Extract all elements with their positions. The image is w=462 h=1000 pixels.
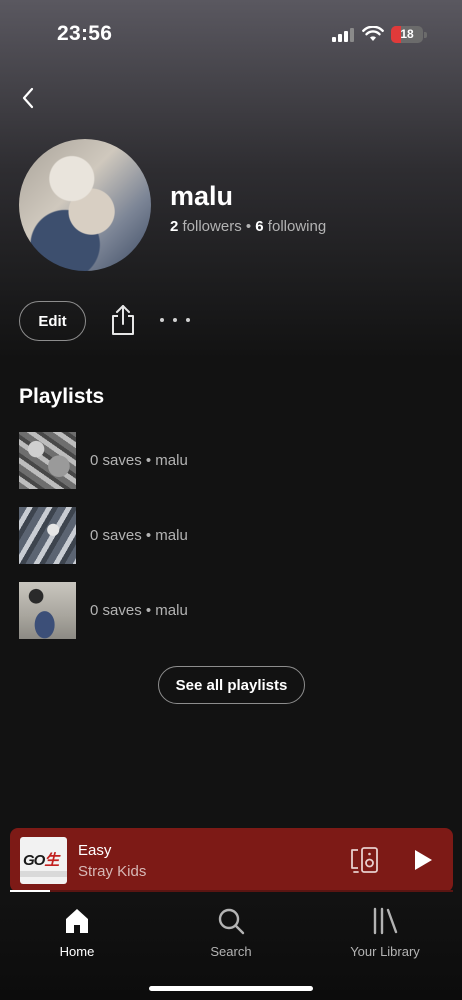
back-button[interactable] (14, 84, 42, 112)
following-label: following (263, 218, 327, 235)
track-title: Easy (78, 842, 112, 859)
see-all-playlists-button[interactable]: See all playlists (158, 666, 305, 704)
profile-screen: 23:56 18 malu 2 followers • 6 following … (0, 0, 462, 1000)
nav-home-label: Home (59, 944, 95, 959)
follow-stats[interactable]: 2 followers • 6 following (170, 218, 326, 235)
play-button[interactable] (412, 848, 434, 872)
playlist-meta: 0 saves • malu (90, 526, 188, 544)
playlist-row[interactable]: 0 saves • malu (19, 431, 439, 489)
nav-library[interactable]: Your Library (330, 906, 440, 966)
devices-icon (351, 847, 378, 873)
album-art: GO生 (20, 837, 67, 884)
playlists-heading: Playlists (19, 385, 105, 408)
play-icon (415, 850, 432, 870)
nav-search-label: Search (210, 944, 252, 959)
wifi-icon (362, 26, 384, 41)
search-icon (218, 908, 245, 935)
nav-library-label: Your Library (350, 944, 420, 959)
follow-separator: • (241, 218, 256, 235)
playlist-row[interactable]: 0 saves • malu (19, 581, 439, 639)
edit-button[interactable]: Edit (19, 301, 86, 341)
track-artist: Stray Kids (78, 863, 147, 880)
playlist-cover (19, 431, 76, 489)
bottom-nav: Home Search Your Library (0, 896, 462, 1000)
battery-icon: 18 (391, 26, 423, 43)
library-icon (373, 907, 398, 935)
more-dot (186, 318, 190, 322)
playback-progress (10, 890, 453, 892)
profile-name: malu (170, 181, 234, 211)
battery-cap (424, 32, 427, 38)
more-dot (160, 318, 164, 322)
home-icon (66, 909, 88, 933)
home-indicator (149, 986, 313, 991)
status-time: 23:56 (57, 22, 113, 45)
more-dot (173, 318, 177, 322)
playlist-meta: 0 saves • malu (90, 601, 188, 619)
share-button[interactable] (108, 303, 138, 337)
playlist-cover (19, 506, 76, 564)
nav-home[interactable]: Home (22, 906, 132, 966)
playlist-row[interactable]: 0 saves • malu (19, 506, 439, 564)
more-options-button[interactable] (160, 310, 190, 330)
playlist-meta: 0 saves • malu (90, 451, 188, 469)
playback-progress-fill (10, 890, 50, 892)
cellular-signal-icon (332, 28, 354, 42)
chevron-left-icon (22, 87, 34, 109)
following-count: 6 (255, 218, 264, 235)
share-icon (112, 305, 134, 335)
playlist-cover (19, 581, 76, 639)
album-art-logo: GO生 (23, 852, 59, 869)
avatar[interactable] (19, 139, 151, 271)
mini-player[interactable]: GO生 Easy Stray Kids (10, 828, 453, 892)
connect-device-button[interactable] (350, 846, 380, 874)
status-bar: 23:56 18 (0, 0, 462, 70)
nav-search[interactable]: Search (176, 906, 286, 966)
followers-label: followers (178, 218, 242, 235)
battery-level: 18 (400, 27, 414, 41)
